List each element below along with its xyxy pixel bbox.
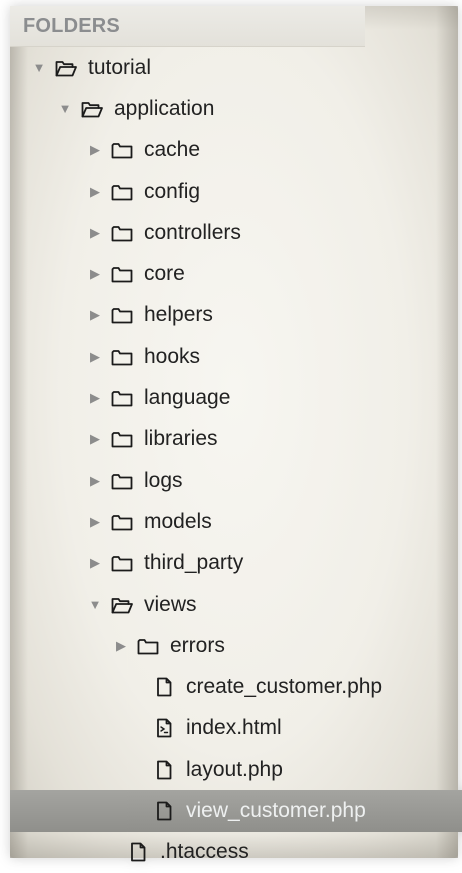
tree-folder-row[interactable]: ▶ language: [10, 377, 462, 418]
tree-file-row[interactable]: ▶layout.php: [10, 749, 462, 790]
tree-item-label: views: [144, 592, 197, 616]
tree-folder-row[interactable]: ▼ tutorial: [10, 47, 462, 88]
disclosure-expanded-icon[interactable]: ▼: [88, 597, 102, 612]
tree-folder-row[interactable]: ▼ application: [10, 88, 462, 129]
sidebar-panel: FOLDERS ▼ tutorial ▼ application ▶ cache ▶ conf…: [10, 6, 462, 863]
folders-title: FOLDERS: [23, 15, 120, 37]
folder-icon: [110, 263, 134, 285]
folder-icon: [110, 346, 134, 368]
tree-file-row[interactable]: ▶.htaccess: [10, 832, 462, 873]
tree-item-label: .htaccess: [160, 840, 249, 864]
folder-tree: ▼ tutorial ▼ application ▶ cache ▶ config ▶ contr…: [10, 47, 462, 873]
tree-item-label: layout.php: [186, 757, 283, 781]
tree-folder-row[interactable]: ▶ hooks: [10, 336, 462, 377]
tree-folder-row[interactable]: ▶ models: [10, 501, 462, 542]
disclosure-expanded-icon[interactable]: ▼: [32, 60, 46, 75]
tree-folder-row[interactable]: ▼ views: [10, 584, 462, 625]
folder-icon: [110, 181, 134, 203]
tree-item-label: language: [144, 386, 231, 410]
tree-item-label: third_party: [144, 551, 244, 575]
folder-icon: [110, 511, 134, 533]
file-code-icon: [152, 717, 176, 739]
tree-item-label: hooks: [144, 344, 201, 368]
folder-icon: [110, 222, 134, 244]
folder-icon: [110, 139, 134, 161]
disclosure-collapsed-icon[interactable]: ▶: [88, 556, 102, 570]
disclosure-collapsed-icon[interactable]: ▶: [88, 267, 102, 281]
tree-item-label: errors: [170, 633, 225, 657]
folder-icon: [110, 470, 134, 492]
tree-item-label: tutorial: [88, 55, 152, 79]
tree-file-row[interactable]: ▶index.html: [10, 708, 462, 749]
tree-item-label: view_customer.php: [186, 798, 366, 822]
disclosure-collapsed-icon[interactable]: ▶: [88, 432, 102, 446]
tree-item-label: application: [114, 96, 215, 120]
disclosure-collapsed-icon[interactable]: ▶: [88, 225, 102, 240]
file-icon: [152, 800, 176, 822]
folder-open-icon: [80, 98, 104, 120]
tree-item-label: config: [144, 179, 201, 203]
tree-file-row[interactable]: ▶view_customer.php: [10, 790, 462, 832]
folder-icon: [136, 635, 160, 657]
tree-item-label: core: [144, 262, 185, 286]
sidebar-header: FOLDERS: [10, 6, 365, 47]
disclosure-collapsed-icon[interactable]: ▶: [114, 638, 128, 653]
tree-item-label: models: [144, 509, 212, 533]
tree-item-label: create_customer.php: [186, 675, 383, 699]
disclosure-collapsed-icon[interactable]: ▶: [88, 391, 102, 405]
tree-item-label: helpers: [144, 303, 213, 327]
folder-icon: [110, 387, 134, 409]
tree-folder-row[interactable]: ▶ logs: [10, 460, 462, 501]
disclosure-collapsed-icon[interactable]: ▶: [88, 349, 102, 364]
tree-folder-row[interactable]: ▶ helpers: [10, 295, 462, 336]
folder-icon: [110, 552, 134, 574]
tree-item-label: cache: [144, 138, 201, 162]
disclosure-collapsed-icon[interactable]: ▶: [88, 473, 102, 488]
tree-item-label: logs: [144, 468, 183, 492]
tree-folder-row[interactable]: ▶ controllers: [10, 212, 462, 253]
folder-icon: [110, 304, 134, 326]
disclosure-expanded-icon[interactable]: ▼: [58, 101, 72, 116]
tree-item-label: controllers: [144, 220, 241, 244]
tree-folder-row[interactable]: ▶ config: [10, 171, 462, 212]
folder-open-icon: [54, 57, 78, 79]
folder-open-icon: [110, 594, 134, 616]
tree-item-label: index.html: [186, 716, 282, 740]
disclosure-collapsed-icon[interactable]: ▶: [88, 143, 102, 157]
tree-file-row[interactable]: ▶create_customer.php: [10, 666, 462, 707]
tree-folder-row[interactable]: ▶ cache: [10, 130, 462, 171]
tree-folder-row[interactable]: ▶ errors: [10, 625, 462, 666]
disclosure-collapsed-icon[interactable]: ▶: [88, 184, 102, 199]
folder-icon: [110, 428, 134, 450]
disclosure-collapsed-icon[interactable]: ▶: [88, 308, 102, 322]
tree-folder-row[interactable]: ▶ libraries: [10, 419, 462, 460]
tree-folder-row[interactable]: ▶ third_party: [10, 543, 462, 584]
tree-folder-row[interactable]: ▶ core: [10, 253, 462, 294]
file-icon: [152, 676, 176, 698]
file-icon: [126, 841, 150, 863]
tree-item-label: libraries: [144, 427, 218, 451]
file-icon: [152, 759, 176, 781]
disclosure-collapsed-icon[interactable]: ▶: [88, 514, 102, 529]
